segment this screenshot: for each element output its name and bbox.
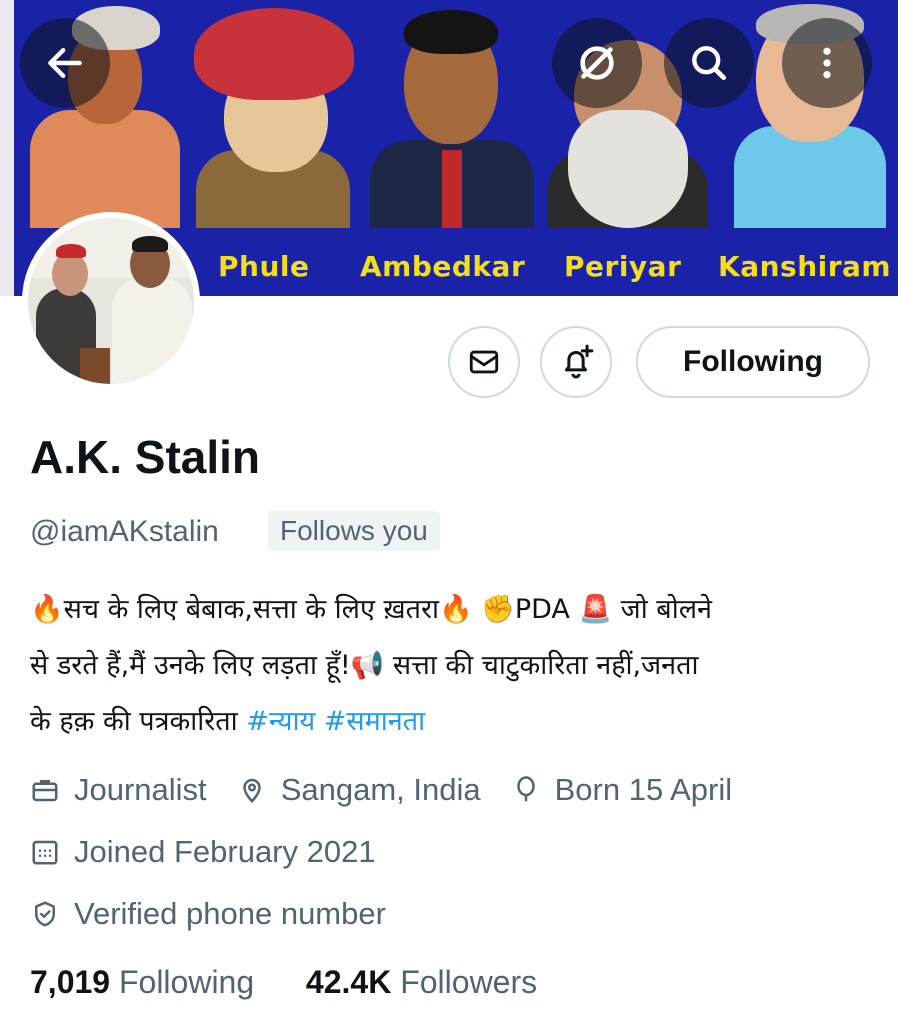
bio-line: के हक़ की पत्रकारिता #न्याय #समानता <box>30 694 880 750</box>
bell-plus-icon <box>564 344 594 379</box>
profile-meta-row: Verified phone number <box>30 892 416 936</box>
arrow-left-icon <box>48 47 82 79</box>
banner-portrait <box>362 0 540 228</box>
followers-count: 42.4K <box>305 964 392 1000</box>
joined-text: Joined February 2021 <box>74 834 376 869</box>
birthday-text: Born 15 April <box>554 772 733 807</box>
followers-stat-link[interactable]: 42.4K Followers <box>306 964 537 1000</box>
profession-text: Journalist <box>74 772 207 807</box>
followers-label: Followers <box>400 964 538 1000</box>
following-stat-link[interactable]: 7,019 Following <box>30 964 254 1000</box>
location-item: Sangam, India <box>237 772 481 808</box>
banner-edge <box>0 0 14 296</box>
profile-bio: 🔥सच के लिए बेबाक,सत्ता के लिए ख़तरा🔥 ✊PD… <box>30 582 880 750</box>
hashtag-link[interactable]: #समानता <box>324 706 425 737</box>
follow-stats: 7,019 Following 42.4K Followers <box>30 964 537 1001</box>
verified-phone-item: Verified phone number <box>30 896 386 932</box>
location-pin-icon <box>242 778 261 804</box>
birthday-item: Born 15 April <box>511 772 733 808</box>
banner-label: Periyar <box>564 250 682 283</box>
following-count: 7,019 <box>30 964 111 1000</box>
search-icon <box>692 46 727 81</box>
profile-meta-row: Journalist Sangam, India Born 15 April <box>30 768 762 812</box>
back-button[interactable] <box>20 18 110 108</box>
profile-meta-row: Joined February 2021 <box>30 830 406 874</box>
bio-text: के हक़ की पत्रकारिता <box>30 706 247 737</box>
banner-portrait <box>188 0 358 228</box>
shield-check-icon <box>35 901 55 927</box>
hashtag-link[interactable]: #न्याय <box>246 706 315 737</box>
calendar-icon <box>32 840 58 865</box>
profession-item: Journalist <box>30 772 207 808</box>
banner-label: Phule <box>218 250 310 283</box>
briefcase-icon <box>32 780 58 802</box>
link-off-icon <box>580 46 614 80</box>
balloon-icon <box>516 776 535 802</box>
bio-line: 🔥सच के लिए बेबाक,सत्ता के लिए ख़तरा🔥 ✊PD… <box>30 594 712 625</box>
mail-icon <box>469 350 499 374</box>
follows-you-badge: Follows you <box>268 511 440 551</box>
share-button[interactable] <box>552 18 642 108</box>
message-button[interactable] <box>448 326 520 398</box>
joined-item: Joined February 2021 <box>30 834 376 870</box>
avatar-photo <box>28 218 194 384</box>
banner-label: Ambedkar <box>360 250 526 283</box>
more-button[interactable] <box>782 18 872 108</box>
bio-line: से डरते हैं,मैं उनके लिए लड़ता हूँ!📢 सत्… <box>30 650 699 681</box>
more-vertical-icon <box>823 47 831 79</box>
search-button[interactable] <box>664 18 754 108</box>
verified-phone-text: Verified phone number <box>74 896 386 931</box>
profile-avatar[interactable] <box>22 212 200 390</box>
following-button[interactable]: Following <box>636 326 870 398</box>
notifications-button[interactable] <box>540 326 612 398</box>
user-handle: @iamAKstalin <box>30 515 219 548</box>
banner-label: Kanshiram <box>718 250 892 283</box>
display-name: A.K. Stalin <box>30 431 261 483</box>
location-text: Sangam, India <box>280 772 481 807</box>
following-label: Following <box>118 964 255 1000</box>
